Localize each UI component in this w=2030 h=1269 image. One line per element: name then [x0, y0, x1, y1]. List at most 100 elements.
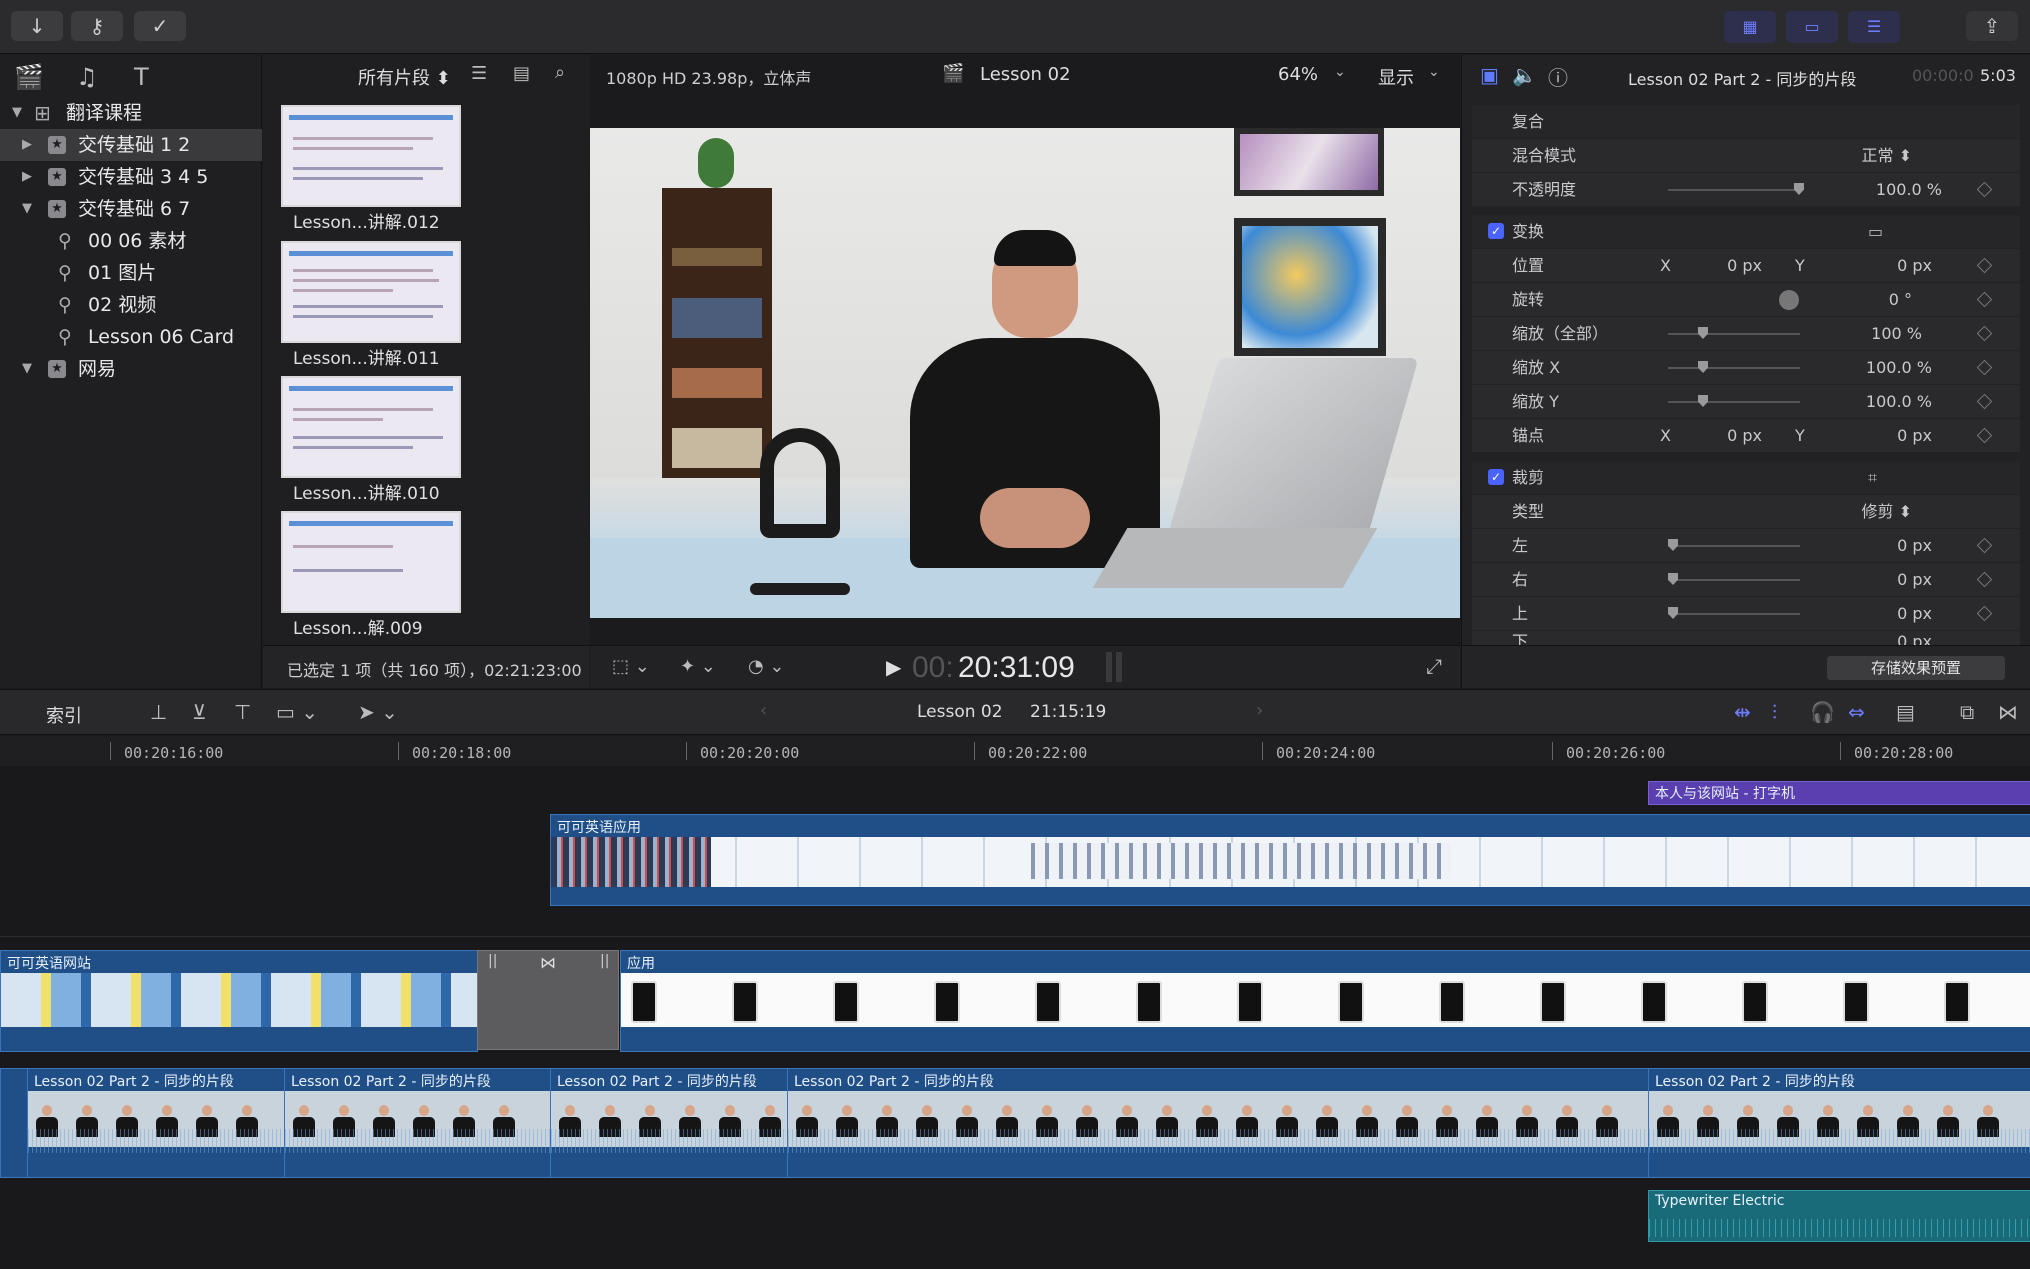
primary-clip[interactable]: Lesson 02 Part 2 - 同步的片段 — [787, 1068, 1649, 1178]
crop-right-value[interactable]: 0 px — [1872, 563, 1932, 596]
fullscreen-icon[interactable]: ⤢ — [1426, 654, 1442, 678]
crop-top-value[interactable]: 0 px — [1872, 597, 1932, 630]
play-icon[interactable]: ▶ — [886, 655, 901, 679]
disclosure-triangle-icon[interactable]: ▶ — [22, 161, 32, 193]
photos-audio-icon[interactable]: ♫ — [76, 63, 98, 91]
primary-clip[interactable]: Lesson 02 Part 2 - 同步的片段 — [1648, 1068, 2030, 1178]
background-tasks-button[interactable]: ✓ — [134, 11, 186, 41]
list-view-icon[interactable]: ☰ — [471, 63, 487, 84]
keyframe-icon[interactable] — [1976, 571, 1993, 588]
import-button[interactable]: ↓ — [11, 11, 63, 41]
disclosure-triangle-icon[interactable]: ▼ — [12, 97, 22, 129]
retime-icon[interactable]: ◔ ⌄ — [748, 656, 785, 677]
append-clip-icon[interactable]: ⊤ — [234, 700, 251, 724]
transition-handle-icon[interactable]: || — [488, 953, 497, 969]
crop-right-slider[interactable] — [1668, 573, 1800, 585]
blend-mode-popup[interactable]: 正常 ⬍ — [1832, 139, 1913, 172]
titles-generators-icon[interactable]: T — [134, 63, 149, 91]
timeline-index-button[interactable]: 索引 — [46, 702, 82, 728]
filmstrip-icon[interactable]: ▤ — [513, 63, 530, 84]
audio-clip[interactable]: Typewriter Electric — [1648, 1190, 2030, 1242]
library-event-1[interactable]: ▶ ★ 交传基础 1 2 — [0, 129, 262, 161]
primary-clip[interactable]: Lesson 02 Part 2 - 同步的片段 — [284, 1068, 551, 1178]
clip-website[interactable]: 可可英语网站 — [0, 950, 478, 1052]
overwrite-clip-icon[interactable]: ▭ ⌄ — [276, 700, 318, 724]
rotation-dial[interactable] — [1779, 290, 1799, 310]
scale-all-value[interactable]: 100 % — [1852, 317, 1922, 350]
keyword-collection-1[interactable]: ⚲ 01 图片 — [0, 257, 262, 289]
video-inspector-icon[interactable]: ▣ — [1480, 63, 1499, 87]
library-event-4[interactable]: ▼ ★ 网易 — [0, 353, 262, 385]
connected-clip-app[interactable]: 可可英语应用 — [550, 814, 2030, 906]
back-chevron-icon[interactable]: ‹ — [760, 700, 767, 721]
anchor-x-value[interactable]: 0 px — [1702, 419, 1762, 452]
enhance-wand-icon[interactable]: ✦ ⌄ — [680, 656, 716, 677]
keyframe-icon[interactable] — [1976, 393, 1993, 410]
crop-left-value[interactable]: 0 px — [1872, 529, 1932, 562]
primary-clip[interactable]: Lesson 02 Part 2 - 同步的片段 — [550, 1068, 788, 1178]
share-button[interactable]: ⇪ — [1966, 11, 2018, 41]
clapper-icon[interactable]: 🎬 — [14, 63, 44, 91]
keyframe-icon[interactable] — [1976, 291, 1993, 308]
keyframe-icon[interactable] — [1976, 257, 1993, 274]
timeline[interactable]: 本人与该网站 - 打字机 可可英语应用 可可英语网站 || ⋈ || 应用 Le… — [0, 766, 2030, 1269]
clip-thumbnail[interactable] — [281, 241, 461, 343]
primary-clip[interactable]: Lesson 02 Part 2 - 同步的片段 — [27, 1068, 285, 1178]
keyframe-icon[interactable] — [1976, 605, 1993, 622]
scale-all-slider[interactable] — [1668, 327, 1800, 339]
effects-browser-icon[interactable]: ⧉ — [1960, 700, 1974, 724]
clip-appearance-icon[interactable]: ▤ — [1896, 700, 1915, 724]
connect-clip-icon[interactable]: ⊥ — [150, 700, 167, 724]
display-popup[interactable]: 显示 — [1378, 64, 1414, 90]
position-x-value[interactable]: 0 px — [1702, 249, 1762, 282]
position-y-value[interactable]: 0 px — [1872, 249, 1932, 282]
search-icon[interactable]: ⌕ — [555, 62, 565, 83]
keyframe-icon[interactable] — [1976, 537, 1993, 554]
keyword-collection-0[interactable]: ⚲ 00 06 素材 — [0, 225, 262, 257]
clip-thumbnail[interactable] — [281, 376, 461, 478]
keyframe-icon[interactable] — [1976, 359, 1993, 376]
crop-type-popup[interactable]: 修剪 ⬍ — [1832, 495, 1913, 528]
anchor-y-value[interactable]: 0 px — [1872, 419, 1932, 452]
clip-thumbnail[interactable] — [281, 511, 461, 613]
timeline-ruler[interactable]: 00:20:16:00 00:20:18:00 00:20:20:00 00:2… — [0, 736, 2030, 766]
zoom-popup[interactable]: 64% — [1278, 64, 1318, 85]
chevron-down-icon[interactable]: ⌄ — [1428, 64, 1440, 80]
audio-skimming-icon[interactable]: ⫶ — [1772, 700, 1777, 724]
disclosure-triangle-icon[interactable]: ▶ — [22, 129, 32, 161]
rotation-value[interactable]: 0 ° — [1852, 283, 1912, 316]
keyframe-icon[interactable] — [1976, 181, 1993, 198]
transition[interactable]: || ⋈ || — [477, 950, 619, 1050]
disclosure-triangle-icon[interactable]: ▼ — [22, 193, 32, 225]
skimming-icon[interactable]: ⇹ — [1734, 700, 1751, 724]
title-clip[interactable]: 本人与该网站 - 打字机 — [1648, 781, 2030, 805]
snapping-icon[interactable]: ⇔ — [1848, 700, 1865, 724]
audio-inspector-icon[interactable]: 🔈 — [1512, 63, 1537, 87]
keyword-collection-3[interactable]: ⚲ Lesson 06 Card — [0, 321, 262, 353]
transform-checkbox[interactable]: ✓ — [1488, 223, 1504, 239]
headphones-icon[interactable]: 🎧 — [1810, 700, 1835, 724]
transform-onscreen-icon[interactable]: ▭ — [1868, 215, 1883, 248]
show-browser-button[interactable]: ▦ — [1724, 11, 1776, 43]
transform-tool-icon[interactable]: ⬚ ⌄ — [612, 656, 650, 677]
keywords-button[interactable]: ⚷ — [71, 11, 123, 41]
library-event-2[interactable]: ▶ ★ 交传基础 3 4 5 — [0, 161, 262, 193]
scale-y-slider[interactable] — [1668, 395, 1800, 407]
insert-clip-icon[interactable]: ⊻ — [192, 700, 207, 724]
scale-x-value[interactable]: 100.0 % — [1842, 351, 1932, 384]
info-icon[interactable]: ⓘ — [1548, 62, 1568, 91]
library-root[interactable]: ▼ ⊞ 翻译课程 — [0, 97, 262, 129]
scale-y-value[interactable]: 100.0 % — [1842, 385, 1932, 418]
keyframe-icon[interactable] — [1976, 325, 1993, 342]
transition-handle-icon[interactable]: || — [600, 953, 609, 969]
show-timeline-button[interactable]: ▭ — [1786, 11, 1838, 43]
opacity-value[interactable]: 100.0 % — [1852, 173, 1942, 206]
scale-x-slider[interactable] — [1668, 361, 1800, 373]
clip-app[interactable]: 应用 — [620, 950, 2030, 1052]
keyword-collection-2[interactable]: ⚲ 02 视频 — [0, 289, 262, 321]
show-inspector-button[interactable]: ☰ — [1848, 11, 1900, 43]
library-event-3[interactable]: ▼ ★ 交传基础 6 7 — [0, 193, 262, 225]
primary-clip-edge[interactable] — [0, 1068, 28, 1178]
disclosure-triangle-icon[interactable]: ▼ — [22, 353, 32, 385]
opacity-slider[interactable] — [1668, 183, 1804, 195]
